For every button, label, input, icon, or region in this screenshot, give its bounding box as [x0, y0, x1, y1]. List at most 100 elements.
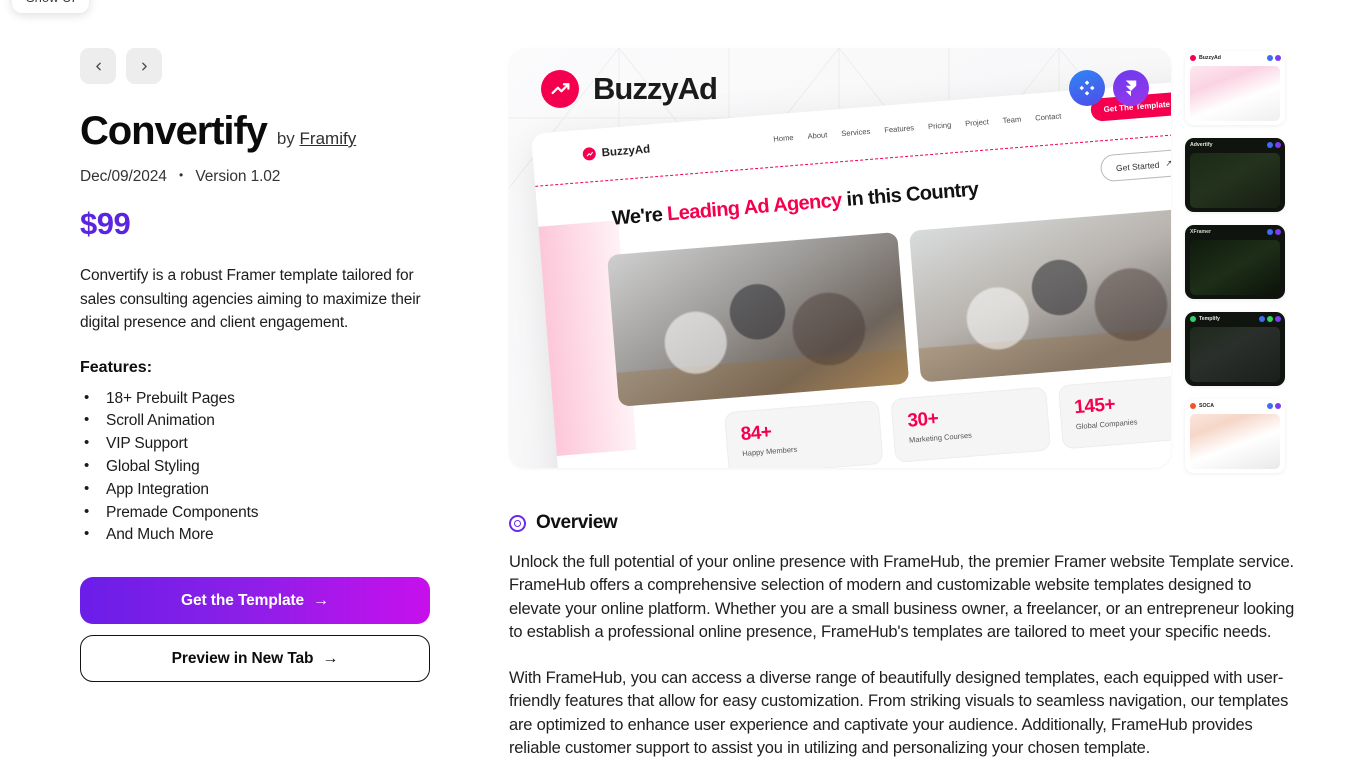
preview-new-tab-button[interactable]: Preview in New Tab → — [80, 635, 430, 683]
mock-nav-link[interactable]: Features — [884, 123, 915, 134]
carousel-nav — [80, 48, 432, 84]
list-item: App Integration — [80, 478, 432, 502]
framer-logo-icon — [1125, 80, 1137, 97]
thumb-header: Advertify — [1185, 138, 1285, 151]
arrow-right-icon: → — [313, 591, 329, 609]
overview-paragraph: Unlock the full potential of your online… — [509, 553, 1295, 642]
features-heading: Features: — [80, 358, 153, 376]
version-label: Version 1.02 — [195, 168, 281, 185]
overview-section: Overview Unlock the full potential of yo… — [509, 512, 1297, 760]
list-item: And Much More — [80, 523, 432, 547]
title-row: Convertify by Framify — [80, 110, 432, 152]
list-item: 18+ Prebuilt Pages — [80, 387, 432, 411]
overview-paragraph: With FrameHub, you can access a diverse … — [509, 668, 1289, 757]
circle-target-icon — [509, 514, 526, 532]
list-item: Premade Components — [80, 501, 432, 525]
thumbnail-soca[interactable]: SOCA — [1185, 399, 1285, 473]
mock-nav-link[interactable]: About — [807, 130, 828, 141]
team-photo — [606, 231, 910, 407]
thumb-preview — [1190, 327, 1280, 382]
thumbnail-advertify[interactable]: Advertify — [1185, 138, 1285, 212]
mock-brand: BuzzyAd — [582, 143, 651, 161]
thumb-header: XFramer — [1185, 225, 1285, 238]
stat-card: 84+ Happy Members — [723, 399, 884, 468]
thumb-badge-dots — [1267, 402, 1281, 409]
thumb-header: BuzzyAd — [1185, 51, 1285, 64]
mock-nav-link[interactable]: Pricing — [928, 120, 952, 131]
thumb-preview — [1190, 414, 1280, 469]
get-template-label: Get the Template — [181, 591, 305, 609]
price-label: $99 — [80, 206, 131, 241]
list-item: Global Styling — [80, 455, 432, 479]
main-preview-image[interactable]: BuzzyAd BuzzyAd Home About Services Feat… — [509, 48, 1171, 468]
thumb-logo-icon — [1190, 315, 1196, 322]
mock-nav-link[interactable]: Team — [1002, 115, 1021, 125]
thumbnail-templify[interactable]: Templify — [1185, 312, 1285, 386]
chevron-right-icon — [141, 62, 147, 70]
author-link[interactable]: Framify — [300, 129, 357, 148]
product-meta: Dec/09/2024 • Version 1.02 — [80, 168, 432, 186]
mock-get-started-label: Get Started — [1115, 159, 1160, 173]
thumb-badge-dots — [1267, 141, 1281, 148]
thumb-badge-dots — [1267, 54, 1281, 61]
four-diamonds-icon — [1079, 80, 1095, 96]
thumb-header: SOCA — [1185, 399, 1285, 412]
product-description: Convertify is a robust Framer template t… — [80, 267, 421, 332]
mock-get-started-button[interactable]: Get Started ↗ — [1099, 148, 1171, 183]
arrow-up-right-icon: ↗ — [1164, 157, 1171, 169]
author-line: by Framify — [277, 129, 356, 149]
overview-header: Overview — [509, 512, 1297, 534]
thumb-badge-dots — [1259, 315, 1281, 322]
by-prefix: by — [276, 129, 295, 148]
thumbnail-xframer[interactable]: XFramer — [1185, 225, 1285, 299]
features-list: 18+ Prebuilt Pages Scroll Animation VIP … — [80, 387, 432, 547]
prev-arrow-button[interactable] — [80, 48, 116, 84]
page-root: Show UI Convertify by Framify Dec/09/202… — [0, 0, 1365, 760]
show-ui-label: Show UI — [26, 0, 75, 5]
trend-up-icon — [586, 151, 593, 156]
preview-badges — [1069, 70, 1149, 106]
preview-brand-name: BuzzyAd — [593, 71, 718, 106]
product-details-panel: Convertify by Framify Dec/09/2024 • Vers… — [80, 48, 432, 683]
thumb-logo-icon — [1190, 54, 1196, 61]
stat-card: 30+ Marketing Courses — [890, 386, 1051, 463]
chevron-left-icon — [95, 62, 101, 70]
next-arrow-button[interactable] — [126, 48, 162, 84]
mock-nav-link[interactable]: Home — [773, 133, 794, 144]
list-item: VIP Support — [80, 432, 432, 456]
get-template-button[interactable]: Get the Template → — [80, 577, 430, 625]
mock-logo-icon — [582, 146, 597, 161]
thumb-preview — [1190, 240, 1280, 295]
meta-separator: • — [179, 168, 184, 182]
show-ui-button[interactable]: Show UI — [12, 0, 90, 13]
mock-nav-link[interactable]: Services — [841, 127, 871, 138]
trend-up-icon — [550, 82, 570, 94]
thumb-logo-icon — [1190, 402, 1196, 409]
mock-nav-link[interactable]: Contact — [1035, 111, 1062, 122]
preview-panel: BuzzyAd BuzzyAd Home About Services Feat… — [509, 48, 1299, 473]
thumb-name: Templify — [1199, 315, 1220, 322]
mock-brand-name: BuzzyAd — [601, 143, 651, 159]
page-title: Convertify — [80, 109, 268, 153]
thumb-name: BuzzyAd — [1199, 54, 1221, 61]
components-icon[interactable] — [1069, 70, 1105, 106]
thumbnail-buzzyad[interactable]: BuzzyAd — [1185, 51, 1285, 125]
release-date: Dec/09/2024 — [80, 168, 167, 185]
framer-icon[interactable] — [1113, 70, 1149, 106]
thumb-name: SOCA — [1199, 402, 1214, 409]
arrow-right-icon: → — [322, 649, 339, 667]
thumb-header: Templify — [1185, 312, 1285, 325]
list-item: Scroll Animation — [80, 409, 432, 433]
thumb-badge-dots — [1267, 228, 1281, 235]
preview-new-tab-label: Preview in New Tab — [171, 649, 314, 667]
stat-value: 145+ — [1073, 393, 1116, 418]
preview-brand: BuzzyAd — [541, 70, 718, 108]
mock-nav-link[interactable]: Project — [965, 117, 989, 128]
preview-row: BuzzyAd BuzzyAd Home About Services Feat… — [509, 48, 1299, 473]
stat-card: 145+ Global Companies — [1057, 372, 1171, 449]
thumb-name: Advertify — [1190, 141, 1213, 148]
mock-website: BuzzyAd Home About Services Features Pri… — [531, 77, 1171, 468]
team-photo — [908, 207, 1171, 383]
thumb-preview — [1190, 153, 1280, 208]
buzzyad-logo-icon — [541, 70, 579, 108]
